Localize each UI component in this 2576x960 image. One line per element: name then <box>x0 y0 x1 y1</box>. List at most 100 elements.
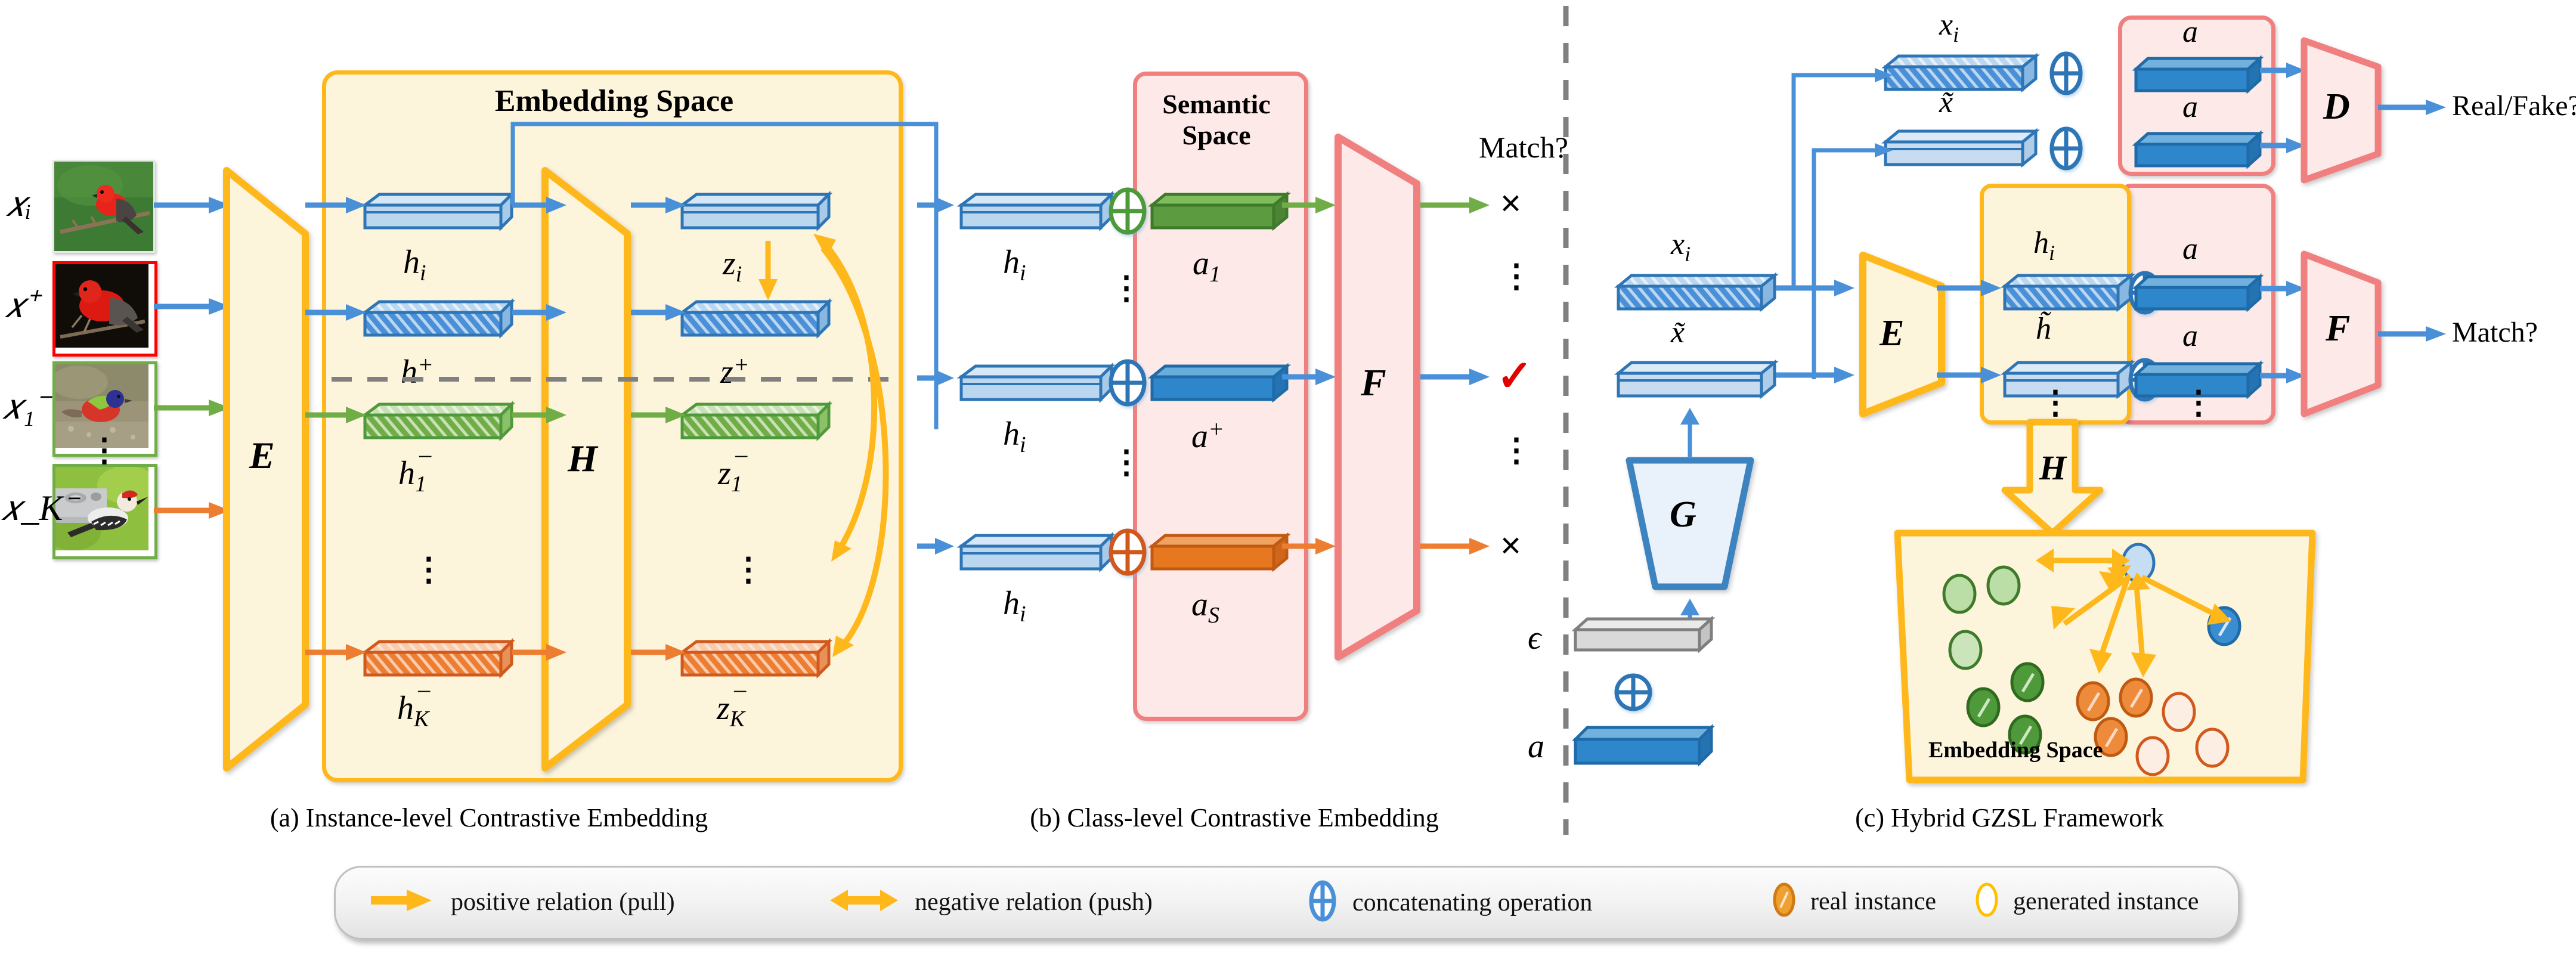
panel-a-input-label-negative-1: 𝑥₁⁻ <box>2 387 48 426</box>
arrow-F-to-match <box>2378 326 2450 342</box>
panel-c-discriminator-label: D <box>2323 86 2350 127</box>
panel-a-input-vertical-dots: ⋮ <box>88 432 120 468</box>
legend-label-generated-instance: generated instance <box>2013 887 2199 915</box>
arrow-encoder-to-htilde-c <box>1937 366 2002 384</box>
legend-item-positive-relation: positive relation (pull) <box>370 887 675 916</box>
panel-c-label-noise: ϵ <box>1528 620 1541 656</box>
panel-c-caption: (c) Hybrid GZSL Framework <box>1855 803 2164 832</box>
panel-c-discriminator-output-label: Real/Fake? <box>2452 90 2576 122</box>
panel-b-label-h-row1: hi <box>1003 244 1026 286</box>
arrow-xtilde-to-encoder-c <box>1776 366 1856 384</box>
panel-c-bar-xtilde-main <box>1610 355 1779 404</box>
panel-c-label-attr-top2: a <box>2182 90 2198 124</box>
panel-a-bar-h-neg-K <box>355 633 516 683</box>
panel-a-encoder-label: E <box>249 434 275 476</box>
panel-b-semantic-space-title-line2: Space <box>1182 120 1251 150</box>
panel-a-bar-h-plus <box>355 293 516 343</box>
panel-divider-dashed <box>1562 6 1569 838</box>
panel-b-concat-icon-row3 <box>1106 525 1149 580</box>
arrow-encoder-to-h-neg-K <box>305 643 369 662</box>
panel-b-attr-dots-1: ⋮ <box>1110 270 1143 306</box>
panel-c-label-xtilde-top: x̃ <box>1939 85 1953 119</box>
concat-circle-icon <box>1306 879 1339 926</box>
panel-b-result-dots-2: ⋮ <box>1500 432 1532 468</box>
panel-b-bar-attr-aS <box>1145 527 1292 577</box>
panel-c-label-cond-attr: a <box>1528 728 1544 765</box>
panel-a-label-z-neg-K: zK ¯ <box>717 688 745 732</box>
arrow-to-panel-b-row3 <box>917 537 956 556</box>
panel-c-embedding-space: Embedding Space <box>1885 524 2327 801</box>
panel-b-bar-h-row2 <box>952 358 1116 408</box>
panel-a-bar-h-neg-1 <box>355 396 516 446</box>
panel-a-caption: (a) Instance-level Contrastive Embedding <box>270 803 708 832</box>
input-image-anchor <box>52 160 155 253</box>
panel-a-bar-h-i <box>355 186 516 236</box>
panel-b-semantic-space-title-line1: Semantic <box>1162 89 1271 119</box>
panel-c-label-attr-top1: a <box>2182 15 2198 49</box>
panel-c-bar-xtilde-top <box>1877 124 2041 173</box>
legend-label-negative-relation: negative relation (push) <box>915 888 1153 916</box>
panel-b-label-attr-a1: a1 <box>1193 245 1221 287</box>
arrow-encoder-to-hi-c <box>1937 279 2002 297</box>
panel-b-caption: (b) Class-level Contrastive Embedding <box>1030 803 1439 832</box>
arrow-xi-to-encoder-c <box>1776 279 1856 297</box>
svg-text:Embedding Space: Embedding Space <box>1928 738 2103 763</box>
panel-b-label-attr-aplus: a+ <box>1191 416 1224 455</box>
arrow-generator-to-xtilde <box>1677 407 1703 457</box>
legend-item-real-instance: real instance <box>1771 881 1936 921</box>
legend-label-positive-relation: positive relation (pull) <box>451 888 675 916</box>
panel-c-encoder-label: E <box>1880 313 1905 354</box>
panel-c-projector-label: H <box>2039 448 2067 487</box>
panel-c-label-attr-mid2: a <box>2182 319 2198 353</box>
panel-c-attr-dots: ⋮ <box>2182 385 2215 420</box>
panel-b-bar-h-row1 <box>952 186 1116 236</box>
panel-c-bar-cond-attr <box>1567 720 1716 772</box>
panel-c-concat-icon-top1 <box>2046 48 2086 99</box>
legend-item-generated-instance: generated instance <box>1974 881 2199 921</box>
panel-a-embedding-space-title: Embedding Space <box>494 84 734 118</box>
panel-c-bar-xi-top <box>1877 49 2041 98</box>
panel-b-relation-label: F <box>1361 361 1386 404</box>
arrow-encoder-to-h-neg-1 <box>305 405 369 425</box>
panel-c-generator-label: G <box>1670 494 1696 535</box>
arrow-to-panel-b-row2 <box>917 368 956 388</box>
panel-c-bar-hi <box>1996 268 2136 317</box>
panel-b-attr-dots-2: ⋮ <box>1110 444 1143 480</box>
panel-c-hidden-dots: ⋮ <box>2039 385 2072 420</box>
panel-a-label-h-neg-1: h1 ¯ <box>398 453 429 497</box>
panel-b-label-h-row3: hi <box>1003 585 1026 627</box>
double-arrow-icon <box>829 887 899 916</box>
arrow-to-panel-b-row1 <box>917 196 956 215</box>
panel-a-label-h-i: hi <box>403 244 426 286</box>
panel-a-z-vertical-dots: ⋮ <box>732 552 764 587</box>
skip-connection-h-to-panel-b <box>508 119 1003 525</box>
panel-b-result-dots-1: ⋮ <box>1500 258 1532 294</box>
panel-a-h-vertical-dots: ⋮ <box>413 552 445 587</box>
panel-a-input-label-negative-K: 𝑥_K⁻ <box>1 488 76 528</box>
panel-c-concat-icon-noise-attr <box>1611 670 1655 714</box>
panel-b-match-header: Match? <box>1479 131 1568 164</box>
panel-c-bar-xi-main <box>1610 268 1779 317</box>
panel-c-label-attr-mid1: a <box>2182 232 2198 266</box>
panel-c-label-xi-main: xi <box>1671 227 1691 267</box>
arrow-h-negK-to-projector <box>512 643 569 662</box>
legend-item-negative-relation: negative relation (push) <box>829 887 1153 916</box>
panel-c-bar-attr-mid1 <box>2130 270 2264 317</box>
legend-item-concatenating-operation: concatenating operation <box>1306 879 1592 926</box>
panel-c-label-hi: hi <box>2033 226 2055 265</box>
panel-a-label-h-neg-K: hK ¯ <box>397 688 429 732</box>
arrow-relation-to-result-row2 <box>1420 367 1492 386</box>
input-image-positive <box>52 261 157 357</box>
panel-a-input-label-anchor: 𝑥ᵢ <box>6 184 32 224</box>
panel-c-relation-output-label: Match? <box>2452 317 2538 348</box>
panel-b-bar-h-row3 <box>952 527 1116 577</box>
panel-b-label-attr-aS: aS <box>1191 586 1219 628</box>
legend-label-real-instance: real instance <box>1810 887 1937 915</box>
panel-b-concat-icon-row2 <box>1106 355 1149 410</box>
arrow-D-to-realfake <box>2378 99 2450 116</box>
arrow-relation-to-result-row1 <box>1420 196 1492 215</box>
panel-b-result-row3: × <box>1500 525 1522 565</box>
panel-b-bar-attr-a1 <box>1145 186 1292 236</box>
legend-label-concatenating-operation: concatenating operation <box>1352 888 1593 916</box>
panel-b-result-row1: × <box>1500 183 1522 223</box>
